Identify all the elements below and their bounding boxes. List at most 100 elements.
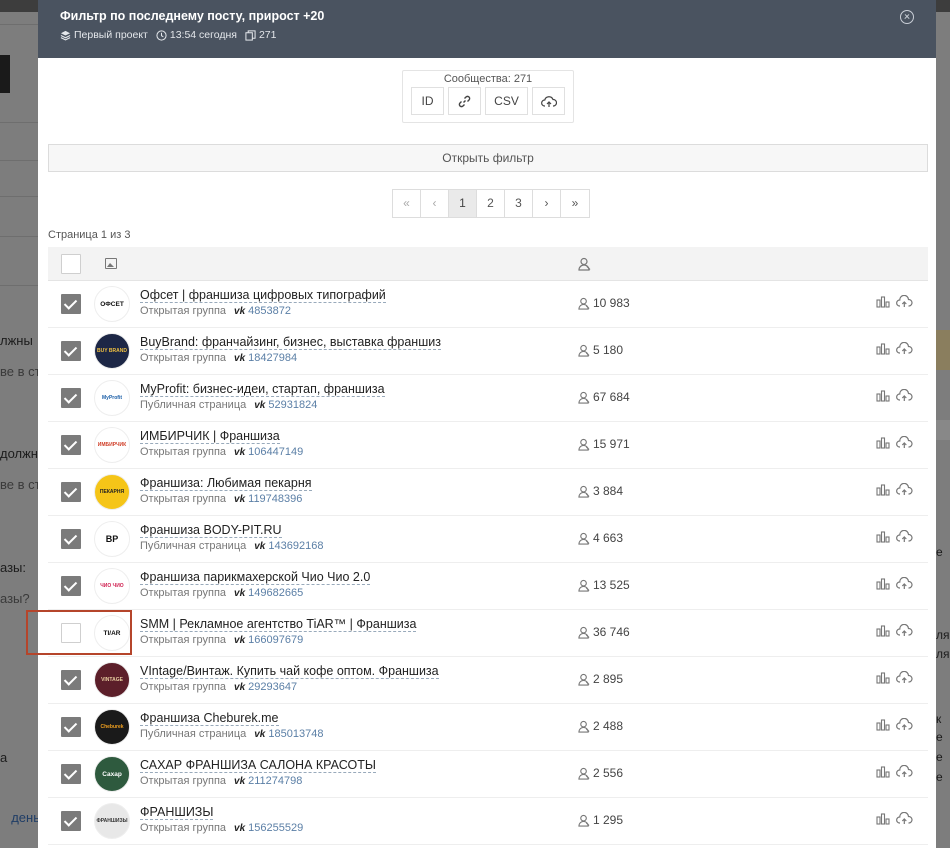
stats-icon[interactable] xyxy=(876,436,890,449)
row-checkbox[interactable] xyxy=(61,717,81,737)
row-actions xyxy=(876,295,913,308)
cloud-upload-icon[interactable] xyxy=(896,295,913,308)
export-upload-button[interactable] xyxy=(532,87,565,115)
vk-link[interactable]: vk 156255529 xyxy=(234,822,303,834)
cloud-upload-icon[interactable] xyxy=(896,342,913,355)
pagination-page-2[interactable]: 2 xyxy=(477,190,505,217)
background-text: е xyxy=(936,730,943,744)
row-checkbox[interactable] xyxy=(61,435,81,455)
cloud-upload-icon[interactable] xyxy=(896,718,913,731)
group-name-link[interactable]: BuyBrand: франчайзинг, бизнес, выставка … xyxy=(140,335,441,350)
group-avatar: VINTAGE xyxy=(94,662,130,698)
row-checkbox[interactable] xyxy=(61,623,81,643)
row-checkbox[interactable] xyxy=(61,341,81,361)
row-checkbox[interactable] xyxy=(61,294,81,314)
vk-link[interactable]: vk 4853872 xyxy=(234,305,291,317)
pagination-next[interactable]: › xyxy=(533,190,561,217)
group-name-link[interactable]: ФРАНШИЗЫ xyxy=(140,805,214,820)
project-name: Первый проект xyxy=(74,29,148,41)
members-count: 2 488 xyxy=(578,719,623,733)
stats-icon[interactable] xyxy=(876,765,890,778)
cloud-upload-icon[interactable] xyxy=(896,530,913,543)
avatar-text: ЧИО ЧИО xyxy=(100,583,124,589)
group-name-link[interactable]: Франшиза: Любимая пекарня xyxy=(140,476,312,491)
row-checkbox[interactable] xyxy=(61,529,81,549)
stats-icon[interactable] xyxy=(876,624,890,637)
stats-icon[interactable] xyxy=(876,342,890,355)
close-icon[interactable] xyxy=(900,10,914,24)
page-info: Страница 1 из 3 xyxy=(48,229,131,241)
vk-link[interactable]: vk 106447149 xyxy=(234,446,303,458)
cloud-upload-icon[interactable] xyxy=(896,483,913,496)
group-name-link[interactable]: Франшиза парикмахерской Чио Чио 2.0 xyxy=(140,570,371,585)
vk-link[interactable]: vk 18427984 xyxy=(234,352,297,364)
cloud-upload-icon[interactable] xyxy=(896,671,913,684)
pagination-page-1[interactable]: 1 xyxy=(449,190,477,217)
group-name-link[interactable]: Франшиза Cheburek.me xyxy=(140,711,279,726)
vk-id: 29293647 xyxy=(248,681,298,693)
pagination-last[interactable]: » xyxy=(561,190,589,217)
cloud-upload-icon[interactable] xyxy=(896,812,913,825)
stats-icon[interactable] xyxy=(876,295,890,308)
vk-link[interactable]: vk 166097679 xyxy=(234,634,303,646)
stats-icon[interactable] xyxy=(876,389,890,402)
vk-icon: vk xyxy=(254,540,266,552)
pagination-page-3[interactable]: 3 xyxy=(505,190,533,217)
pagination-prev[interactable]: ‹ xyxy=(421,190,449,217)
vk-icon: vk xyxy=(254,728,266,740)
stats-icon[interactable] xyxy=(876,671,890,684)
group-name-link[interactable]: VIntage/Винтаж. Купить чай кофе оптом. Ф… xyxy=(140,664,439,679)
group-subline: Публичная страница vk 143692168 xyxy=(140,540,323,552)
cloud-upload-icon[interactable] xyxy=(896,624,913,637)
group-type: Открытая группа xyxy=(140,352,227,364)
export-csv-button[interactable]: CSV xyxy=(485,87,528,115)
background-text: азы: xyxy=(0,560,26,575)
group-name-link[interactable]: MyProfit: бизнес-идеи, стартап, франшиза xyxy=(140,382,385,397)
avatar-text: Сахар xyxy=(102,770,122,778)
cloud-upload-icon[interactable] xyxy=(896,577,913,590)
stats-icon[interactable] xyxy=(876,483,890,496)
group-name-link[interactable]: Офсет | франшиза цифровых типографий xyxy=(140,288,386,303)
vk-icon: vk xyxy=(234,446,246,458)
vk-link[interactable]: vk 143692168 xyxy=(254,540,323,552)
export-id-button[interactable]: ID xyxy=(411,87,444,115)
stats-icon[interactable] xyxy=(876,718,890,731)
vk-link[interactable]: vk 119748396 xyxy=(234,493,302,505)
group-name-link[interactable]: Франшиза BODY-PIT.RU xyxy=(140,523,282,538)
cloud-upload-icon[interactable] xyxy=(896,389,913,402)
vk-link[interactable]: vk 52931824 xyxy=(254,399,317,411)
cloud-upload-icon[interactable] xyxy=(896,765,913,778)
group-type: Открытая группа xyxy=(140,681,227,693)
vk-link[interactable]: vk 29293647 xyxy=(234,681,297,693)
row-checkbox[interactable] xyxy=(61,388,81,408)
vk-link[interactable]: vk 185013748 xyxy=(254,728,323,740)
row-checkbox[interactable] xyxy=(61,811,81,831)
export-panel: Сообщества: 271 ID CSV xyxy=(402,70,574,123)
stats-icon[interactable] xyxy=(876,577,890,590)
stats-icon[interactable] xyxy=(876,812,890,825)
cloud-upload-icon[interactable] xyxy=(896,436,913,449)
group-name-link[interactable]: САХАР ФРАНШИЗА САЛОНА КРАСОТЫ xyxy=(140,758,376,773)
select-all-checkbox[interactable] xyxy=(61,254,81,274)
group-type: Публичная страница xyxy=(140,540,247,552)
vk-link[interactable]: vk 149682665 xyxy=(234,587,303,599)
table-row: Cheburek Франшиза Cheburek.me Публичная ст… xyxy=(48,704,928,751)
vk-link[interactable]: vk 211274798 xyxy=(234,775,302,787)
row-actions xyxy=(876,577,913,590)
group-avatar: ИМБИРЧИК xyxy=(94,427,130,463)
row-checkbox[interactable] xyxy=(61,576,81,596)
avatar-text: VINTAGE xyxy=(101,677,123,683)
members-count: 3 884 xyxy=(578,484,623,498)
members-value: 3 884 xyxy=(593,484,624,498)
open-filter-button[interactable]: Открыть фильтр xyxy=(48,144,928,172)
group-name-link[interactable]: ИМБИРЧИК | Франшиза xyxy=(140,429,280,444)
members-value: 4 663 xyxy=(593,531,624,545)
row-checkbox[interactable] xyxy=(61,670,81,690)
group-name-link[interactable]: SMM | Рекламное агентство TiAR™ | Франши… xyxy=(140,617,417,632)
export-link-button[interactable] xyxy=(448,87,481,115)
pagination-first[interactable]: « xyxy=(393,190,421,217)
row-checkbox[interactable] xyxy=(61,482,81,502)
stats-icon[interactable] xyxy=(876,530,890,543)
avatar-text: MyProfit xyxy=(102,395,122,401)
row-checkbox[interactable] xyxy=(61,764,81,784)
